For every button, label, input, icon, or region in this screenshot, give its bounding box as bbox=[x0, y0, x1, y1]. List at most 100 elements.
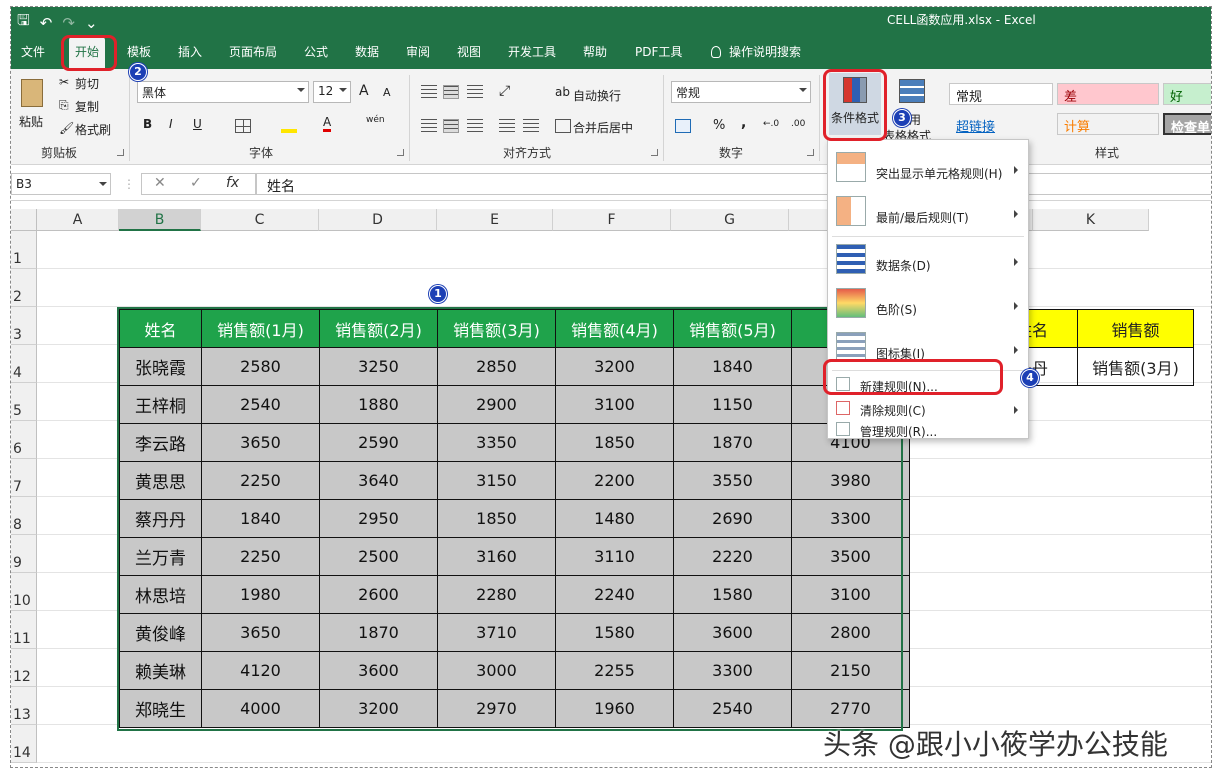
column-header-c[interactable]: C bbox=[201, 209, 319, 231]
sales-cell[interactable]: 1480 bbox=[555, 499, 674, 538]
format-as-table-icon[interactable] bbox=[899, 79, 925, 103]
style-normal[interactable]: 常规 bbox=[949, 83, 1053, 105]
sales-cell[interactable]: 3600 bbox=[673, 613, 792, 652]
wrap-text-button[interactable]: 自动换行 bbox=[573, 87, 621, 104]
table-header-cell[interactable]: 销售额(5月) bbox=[673, 309, 792, 348]
row-header-5[interactable]: 5 bbox=[11, 383, 37, 421]
sales-cell[interactable]: 3550 bbox=[673, 461, 792, 500]
number-format-select[interactable]: 常规 bbox=[671, 81, 811, 103]
undo-icon[interactable]: ↶ bbox=[40, 14, 53, 32]
tab-view[interactable]: 视图 bbox=[457, 43, 481, 60]
merge-icon[interactable] bbox=[555, 119, 571, 133]
shrink-font-button[interactable]: A bbox=[383, 86, 391, 99]
sales-cell[interactable]: 2500 bbox=[319, 537, 438, 576]
row-header-2[interactable]: 2 bbox=[11, 269, 37, 307]
conditional-formatting-button[interactable]: 条件格式 bbox=[829, 73, 881, 135]
name-cell[interactable]: 张晓霞 bbox=[119, 347, 202, 386]
row-header-10[interactable]: 10 bbox=[11, 573, 37, 611]
menu-top-bottom-rules[interactable]: 最前/最后规则(T) bbox=[828, 192, 1028, 232]
cancel-icon[interactable]: ✕ bbox=[154, 175, 166, 191]
sales-cell[interactable]: 3350 bbox=[437, 423, 556, 462]
tab-pdf-tools[interactable]: PDF工具 bbox=[635, 43, 682, 60]
paste-icon[interactable] bbox=[21, 79, 43, 107]
align-left-icon[interactable] bbox=[421, 119, 437, 133]
align-right-icon[interactable] bbox=[467, 119, 483, 133]
row-header-1[interactable]: 1 bbox=[11, 231, 37, 269]
sales-cell[interactable]: 3650 bbox=[201, 613, 320, 652]
sales-cell[interactable]: 1960 bbox=[555, 689, 674, 728]
name-box[interactable]: B3 bbox=[11, 173, 111, 195]
copy-icon[interactable]: ⎘ bbox=[59, 98, 69, 113]
column-header-f[interactable]: F bbox=[553, 209, 671, 231]
redo-icon[interactable]: ↷ bbox=[62, 14, 75, 32]
borders-icon[interactable] bbox=[235, 119, 251, 133]
sales-cell[interactable]: 2580 bbox=[201, 347, 320, 386]
name-cell[interactable]: 王梓桐 bbox=[119, 385, 202, 424]
merge-center-button[interactable]: 合并后居中 bbox=[573, 119, 633, 136]
sales-cell[interactable]: 2240 bbox=[555, 575, 674, 614]
alignment-launcher-icon[interactable] bbox=[651, 149, 658, 156]
sales-cell[interactable]: 3710 bbox=[437, 613, 556, 652]
name-cell[interactable]: 兰万青 bbox=[119, 537, 202, 576]
row-header-4[interactable]: 4 bbox=[11, 345, 37, 383]
sales-cell[interactable]: 3650 bbox=[201, 423, 320, 462]
tab-developer[interactable]: 开发工具 bbox=[508, 43, 556, 60]
table-header-cell[interactable]: 姓名 bbox=[119, 309, 202, 348]
sales-cell[interactable]: 2150 bbox=[791, 651, 910, 690]
column-header-d[interactable]: D bbox=[319, 209, 437, 231]
clipboard-launcher-icon[interactable] bbox=[117, 149, 124, 156]
table-header-cell[interactable]: 销售额(3月) bbox=[437, 309, 556, 348]
table-header-cell[interactable]: 销售额(1月) bbox=[201, 309, 320, 348]
sales-cell[interactable]: 3100 bbox=[555, 385, 674, 424]
row-header-14[interactable]: 14 bbox=[11, 725, 37, 763]
tab-insert[interactable]: 插入 bbox=[178, 43, 202, 60]
sales-cell[interactable]: 2220 bbox=[673, 537, 792, 576]
tab-formulas[interactable]: 公式 bbox=[304, 43, 328, 60]
sales-cell[interactable]: 2850 bbox=[437, 347, 556, 386]
increase-decimal-button[interactable]: ←.0 bbox=[763, 119, 779, 129]
menu-data-bars[interactable]: 数据条(D) bbox=[828, 240, 1028, 280]
sales-cell[interactable]: 1850 bbox=[555, 423, 674, 462]
sales-cell[interactable]: 3250 bbox=[319, 347, 438, 386]
enter-icon[interactable]: ✓ bbox=[190, 175, 202, 191]
bold-button[interactable]: B bbox=[143, 117, 152, 131]
menu-icon-sets[interactable]: 图标集(I) bbox=[828, 328, 1028, 368]
grow-font-button[interactable]: A bbox=[359, 83, 369, 99]
sales-cell[interactable]: 4000 bbox=[201, 689, 320, 728]
column-header-a[interactable]: A bbox=[37, 209, 119, 231]
sales-cell[interactable]: 1840 bbox=[673, 347, 792, 386]
sales-cell[interactable]: 2280 bbox=[437, 575, 556, 614]
decrease-decimal-button[interactable]: .00 bbox=[791, 119, 805, 129]
tab-data[interactable]: 数据 bbox=[355, 43, 379, 60]
sales-cell[interactable]: 1580 bbox=[673, 575, 792, 614]
sales-cell[interactable]: 2250 bbox=[201, 537, 320, 576]
select-all-corner[interactable] bbox=[11, 209, 37, 231]
sales-cell[interactable]: 2590 bbox=[319, 423, 438, 462]
comma-button[interactable]: , bbox=[741, 115, 746, 131]
sales-cell[interactable]: 1870 bbox=[673, 423, 792, 462]
column-header-k[interactable]: K bbox=[1033, 209, 1149, 231]
phonetic-button[interactable]: wén bbox=[366, 115, 385, 125]
decrease-indent-icon[interactable] bbox=[499, 119, 515, 133]
row-header-11[interactable]: 11 bbox=[11, 611, 37, 649]
sales-cell[interactable]: 2600 bbox=[319, 575, 438, 614]
row-header-9[interactable]: 9 bbox=[11, 535, 37, 573]
sales-cell[interactable]: 1870 bbox=[319, 613, 438, 652]
sales-cell[interactable]: 2900 bbox=[437, 385, 556, 424]
sales-cell[interactable]: 1980 bbox=[201, 575, 320, 614]
format-painter-button[interactable]: 格式刷 bbox=[75, 121, 111, 138]
sales-cell[interactable]: 3000 bbox=[437, 651, 556, 690]
sales-cell[interactable]: 2770 bbox=[791, 689, 910, 728]
font-size-select[interactable]: 12 bbox=[313, 81, 351, 103]
sales-cell[interactable]: 3600 bbox=[319, 651, 438, 690]
tab-help[interactable]: 帮助 bbox=[583, 43, 607, 60]
row-header-3[interactable]: 3 bbox=[11, 307, 37, 345]
menu-color-scales[interactable]: 色阶(S) bbox=[828, 284, 1028, 324]
sales-cell[interactable]: 1580 bbox=[555, 613, 674, 652]
sales-cell[interactable]: 3300 bbox=[673, 651, 792, 690]
paste-button[interactable]: 粘贴 bbox=[19, 113, 43, 130]
sales-cell[interactable]: 2250 bbox=[201, 461, 320, 500]
sales-cell[interactable]: 1840 bbox=[201, 499, 320, 538]
style-check-cell[interactable]: 检查单 bbox=[1163, 113, 1211, 135]
name-cell[interactable]: 郑晓生 bbox=[119, 689, 202, 728]
